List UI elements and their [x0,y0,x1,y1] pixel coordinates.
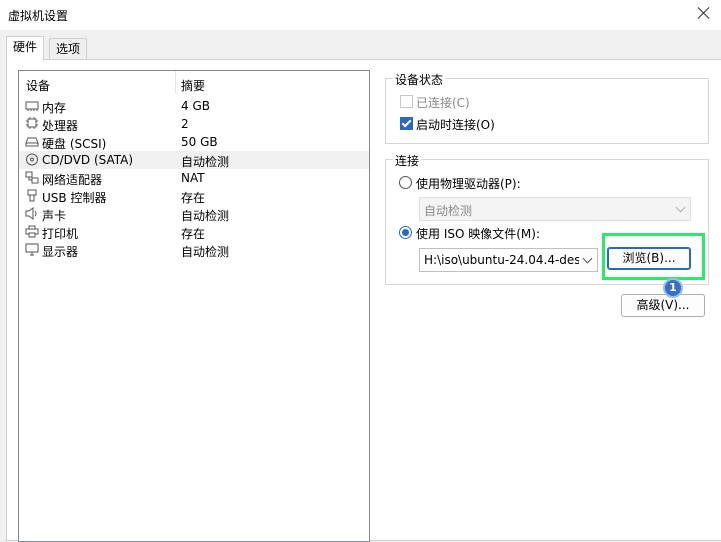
memory-icon [25,101,39,111]
device-summary: 2 [181,117,189,131]
connected-checkbox[interactable] [400,95,413,108]
device-name: 打印机 [42,227,79,241]
device-name: USB 控制器 [42,191,107,205]
physical-drive-radio[interactable] [399,176,412,189]
display-icon [25,243,39,256]
physical-drive-value: 自动检测 [424,204,473,218]
hard-disk-icon [25,137,39,147]
column-header-summary[interactable]: 摘要 [181,77,205,94]
title-bar: 虚拟机设置 [0,0,721,30]
connection-title: 连接 [393,152,422,169]
device-summary: 自动检测 [181,209,230,223]
device-summary: 4 GB [181,99,210,113]
window-title: 虚拟机设置 [8,9,69,23]
iso-path-combo[interactable]: H:\iso\ubuntu-24.04.4-desk [419,248,598,272]
tab-options[interactable]: 选项 [49,38,88,60]
connect-at-power-on-checkbox[interactable] [400,117,413,130]
step-badge: 1 [663,278,683,298]
device-summary: 存在 [181,191,206,205]
physical-drive-label: 使用物理驱动器(P): [416,177,521,191]
device-status-title: 设备状态 [393,71,446,88]
printer-icon [25,225,39,238]
processor-icon [26,117,38,129]
device-list[interactable]: 设备 摘要 内存 4 GB 处理器 2 硬盘 (SCSI) 50 GB CD/D… [18,70,370,542]
device-list-header: 设备 摘要 [19,71,369,93]
usb-icon [27,189,37,202]
device-name: 显示器 [42,245,79,259]
device-status-group: 设备状态 已连接(C) 启动时连接(O) [385,71,709,144]
device-row-sound-card[interactable]: 声卡 自动检测 [19,205,369,223]
iso-path-value: H:\iso\ubuntu-24.04.4-desk [424,253,579,267]
device-name: CD/DVD (SATA) [42,153,134,167]
tab-hardware[interactable]: 硬件 [6,36,45,61]
chevron-down-icon [582,253,593,264]
chevron-down-icon [675,202,686,213]
connect-at-power-on-label: 启动时连接(O) [416,118,495,132]
device-name: 声卡 [42,209,67,223]
device-summary: NAT [181,171,205,185]
device-row-printer[interactable]: 打印机 存在 [19,223,369,241]
cd-dvd-icon [26,153,38,166]
device-row-network-adapter[interactable]: 网络适配器 NAT [19,169,369,187]
device-row-processor[interactable]: 处理器 2 [19,115,369,133]
column-header-device[interactable]: 设备 [26,77,50,94]
device-summary: 存在 [181,227,206,241]
device-row-hard-disk[interactable]: 硬盘 (SCSI) 50 GB [19,133,369,151]
device-name: 内存 [42,101,67,115]
device-name: 硬盘 (SCSI) [42,137,107,151]
device-name: 处理器 [42,119,79,133]
iso-image-radio[interactable] [399,226,412,239]
device-summary: 50 GB [181,135,218,149]
close-icon[interactable] [697,6,711,20]
network-adapter-icon [25,171,39,184]
advanced-button[interactable]: 高级(V)... [621,294,705,317]
highlight-box [602,233,705,280]
device-row-usb-controller[interactable]: USB 控制器 存在 [19,187,369,205]
device-row-cd-dvd[interactable]: CD/DVD (SATA) 自动检测 [19,151,369,169]
device-row-memory[interactable]: 内存 4 GB [19,97,369,115]
device-row-display[interactable]: 显示器 自动检测 [19,241,369,259]
device-summary: 自动检测 [181,155,230,169]
column-separator[interactable] [175,71,176,93]
connected-label: 已连接(C) [416,96,470,110]
device-summary: 自动检测 [181,245,230,259]
physical-drive-select[interactable]: 自动检测 [419,197,691,221]
iso-image-label: 使用 ISO 映像文件(M): [416,227,540,241]
sound-card-icon [25,207,37,220]
device-name: 网络适配器 [42,173,103,187]
